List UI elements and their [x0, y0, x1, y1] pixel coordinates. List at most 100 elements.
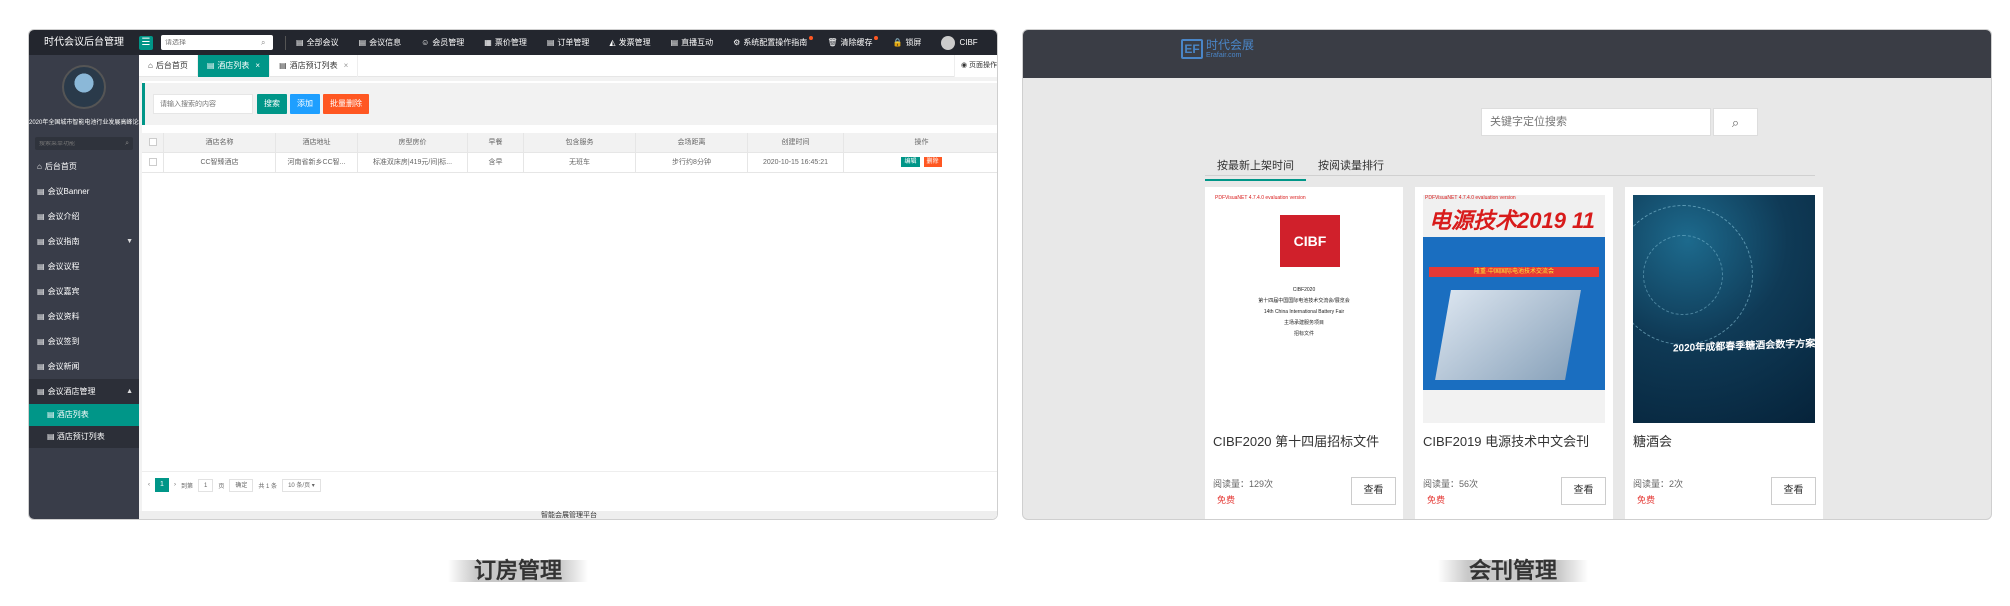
- top-nav-orders[interactable]: ▤ 订单管理: [537, 30, 600, 55]
- journal-search-input[interactable]: [1481, 108, 1711, 136]
- watermark: PDFVisuaNET 4.7.4.0 evaluation version: [1215, 195, 1306, 201]
- sidebar-item-news[interactable]: ▤ 会议新闻: [29, 354, 139, 379]
- select-all-checkbox[interactable]: [148, 138, 157, 147]
- journal-window: EF 时代会展 Erafair.com ⌕ 按最新上架时间 按阅读量排行 PDF…: [1022, 29, 1992, 520]
- logo-text: 时代会展: [1206, 38, 1255, 52]
- doc-icon: ▤: [37, 387, 45, 396]
- goto-page-input[interactable]: 1: [198, 478, 214, 492]
- tab-home[interactable]: ⌂ 后台首页: [139, 54, 198, 77]
- keyword-input[interactable]: [153, 94, 253, 114]
- top-nav-clear-cache[interactable]: 🗑 清除缓存: [817, 30, 882, 55]
- next-page-icon[interactable]: ›: [174, 482, 176, 488]
- tab-most-read[interactable]: 按阅读量排行: [1306, 151, 1396, 181]
- sidebar-item-guide[interactable]: ▤ 会议指南 ▼: [29, 229, 139, 254]
- journal-card[interactable]: 2020年成都春季糖酒会数字方案 糖酒会 阅读量：2次 免费 查看: [1625, 187, 1823, 519]
- delete-button[interactable]: 删除: [923, 157, 942, 168]
- notification-dot: [874, 36, 879, 40]
- circle-dot-icon: ◉: [960, 62, 969, 69]
- top-search[interactable]: ⌕: [161, 35, 273, 50]
- view-button[interactable]: 查看: [1771, 477, 1816, 505]
- tab-latest[interactable]: 按最新上架时间: [1205, 151, 1306, 181]
- prev-page-icon[interactable]: ‹: [148, 482, 150, 488]
- journal-title[interactable]: 糖酒会: [1633, 431, 1672, 450]
- view-button[interactable]: 查看: [1351, 477, 1396, 505]
- col-header: 房型房价: [358, 133, 468, 152]
- avatar[interactable]: [62, 65, 106, 109]
- side-search[interactable]: ⌕: [35, 137, 133, 150]
- doc-icon: ▤: [37, 237, 45, 246]
- top-nav-tickets[interactable]: ▦ 票价管理: [474, 30, 537, 55]
- cover-banner: 隆重·中国国际电池技术交流会: [1429, 267, 1599, 277]
- journal-card[interactable]: PDFVisuaNET 4.7.4.0 evaluation version C…: [1205, 187, 1403, 519]
- sidebar-item-guests[interactable]: ▤ 会议嘉宾: [29, 279, 139, 304]
- search-icon[interactable]: ⌕: [125, 140, 129, 148]
- cover-lines: CIBF2020 第十四届中国国际电池技术交流会/展览会 14th China …: [1213, 285, 1395, 340]
- select-all-cell: [142, 133, 164, 152]
- page-operations[interactable]: ◉ 页面操作: [953, 55, 997, 77]
- top-nav-invoices[interactable]: ◭ 发票管理: [599, 30, 660, 55]
- sort-tabs: 按最新上架时间 按阅读量排行: [1205, 151, 1396, 181]
- pagination: ‹ 1 › 到第 1 页 确定 共 1 条 10 条/页 ▾: [148, 477, 326, 493]
- doc-icon: ▤: [37, 312, 45, 321]
- goto-label: 到第: [181, 483, 194, 490]
- batch-delete-button[interactable]: 批量删除: [323, 94, 369, 114]
- cover-line: 主场承建服务项目: [1283, 320, 1324, 326]
- sidebar-item-hotel[interactable]: ▤ 会议酒店管理 ▲: [29, 379, 139, 404]
- close-icon[interactable]: ×: [344, 61, 349, 70]
- cover-line: 14th China International Battery Fair: [1263, 309, 1345, 315]
- tab-hotel-list[interactable]: ▤ 酒店列表 ×: [197, 54, 271, 77]
- table-cell: 含早: [468, 153, 524, 172]
- top-nav-all-meetings[interactable]: ▤ 全部会议: [286, 30, 349, 55]
- edit-button[interactable]: 编辑: [901, 157, 920, 168]
- top-nav-meeting-info[interactable]: ▤ 会议信息: [349, 30, 412, 55]
- doc-icon: ▤: [37, 187, 45, 196]
- journal-title[interactable]: CIBF2019 电源技术中文会刊: [1423, 431, 1589, 450]
- goto-confirm-button[interactable]: 确定: [229, 478, 254, 492]
- home-icon: ⌂: [37, 162, 42, 171]
- sidebar-item-agenda[interactable]: ▤ 会议议程: [29, 254, 139, 279]
- top-search-input[interactable]: [165, 39, 261, 46]
- sidebar-item-intro[interactable]: ▤ 会议介绍: [29, 204, 139, 229]
- search-icon[interactable]: ⌕: [261, 38, 265, 48]
- top-nav-lock[interactable]: 🔒 锁屏: [882, 30, 931, 55]
- sidebar-item-banner[interactable]: ▤ 会议Banner: [29, 179, 139, 204]
- journal-cover[interactable]: 2020年成都春季糖酒会数字方案: [1633, 195, 1815, 423]
- sidebar-item-hotel-bookings[interactable]: ▤ 酒店预订列表: [29, 426, 139, 448]
- cover-line: CIBF2020: [1292, 287, 1316, 293]
- table-header: 酒店名称 酒店地址 房型房价 早餐 包含服务 会场距离 创建时间 操作: [142, 133, 997, 153]
- sidebar-item-hotel-list[interactable]: ▤ 酒店列表: [29, 404, 139, 426]
- sidebar-item-checkin[interactable]: ▤ 会议签到: [29, 329, 139, 354]
- logo-icon: EF: [1181, 38, 1203, 59]
- sidebar-item-materials[interactable]: ▤ 会议资料: [29, 304, 139, 329]
- close-icon[interactable]: ×: [255, 61, 260, 70]
- site-logo[interactable]: EF 时代会展 Erafair.com: [1181, 38, 1254, 59]
- doc-icon: ▤: [670, 38, 679, 47]
- tab-hotel-bookings[interactable]: ▤ 酒店预订列表 ×: [270, 54, 359, 77]
- page-size-select[interactable]: 10 条/页 ▾: [282, 478, 321, 492]
- sidebar-item-home[interactable]: ⌂ 后台首页: [29, 154, 139, 179]
- col-header: 酒店地址: [276, 133, 358, 152]
- user-name[interactable]: CIBF: [959, 38, 977, 47]
- search-icon[interactable]: ⌕: [1713, 108, 1758, 136]
- journal-card[interactable]: PDFVisuaNET 4.7.4.0 evaluation version 电…: [1415, 187, 1613, 519]
- journal-cover[interactable]: PDFVisuaNET 4.7.4.0 evaluation version C…: [1213, 195, 1395, 423]
- journal-cover[interactable]: PDFVisuaNET 4.7.4.0 evaluation version 电…: [1423, 195, 1605, 423]
- add-button[interactable]: 添加: [290, 94, 320, 114]
- journal-title[interactable]: CIBF2020 第十四届招标文件: [1213, 431, 1379, 450]
- page-current[interactable]: 1: [155, 478, 169, 492]
- top-nav-members[interactable]: ☺ 会员管理: [411, 30, 474, 55]
- top-nav-system-guide[interactable]: ⚙ 系统配置操作指南: [723, 30, 817, 55]
- doc-icon: ▤: [37, 262, 45, 271]
- menu-toggle-icon[interactable]: ☰: [139, 35, 153, 50]
- col-header: 早餐: [468, 133, 524, 152]
- view-button[interactable]: 查看: [1561, 477, 1606, 505]
- row-checkbox[interactable]: [148, 158, 157, 167]
- side-search-input[interactable]: [39, 140, 119, 147]
- user-avatar[interactable]: [941, 35, 956, 50]
- admin-window: 时代会议后台管理 ☰ ⌕ ▤全部会议 ▤会议信息 ☺会员管理 ▦票价管理 ▤订单…: [28, 29, 998, 520]
- top-nav: ▤ 全部会议 ▤ 会议信息 ☺ 会员管理 ▦ 票价管理 ▤ 订单管理 ◭ 发票管理 ▤ 直播互…: [285, 30, 931, 55]
- chevron-up-icon: ▲: [126, 388, 133, 395]
- col-header: 包含服务: [524, 133, 636, 152]
- search-button[interactable]: 搜索: [257, 94, 287, 114]
- top-nav-live[interactable]: ▤ 直播互动: [661, 30, 724, 55]
